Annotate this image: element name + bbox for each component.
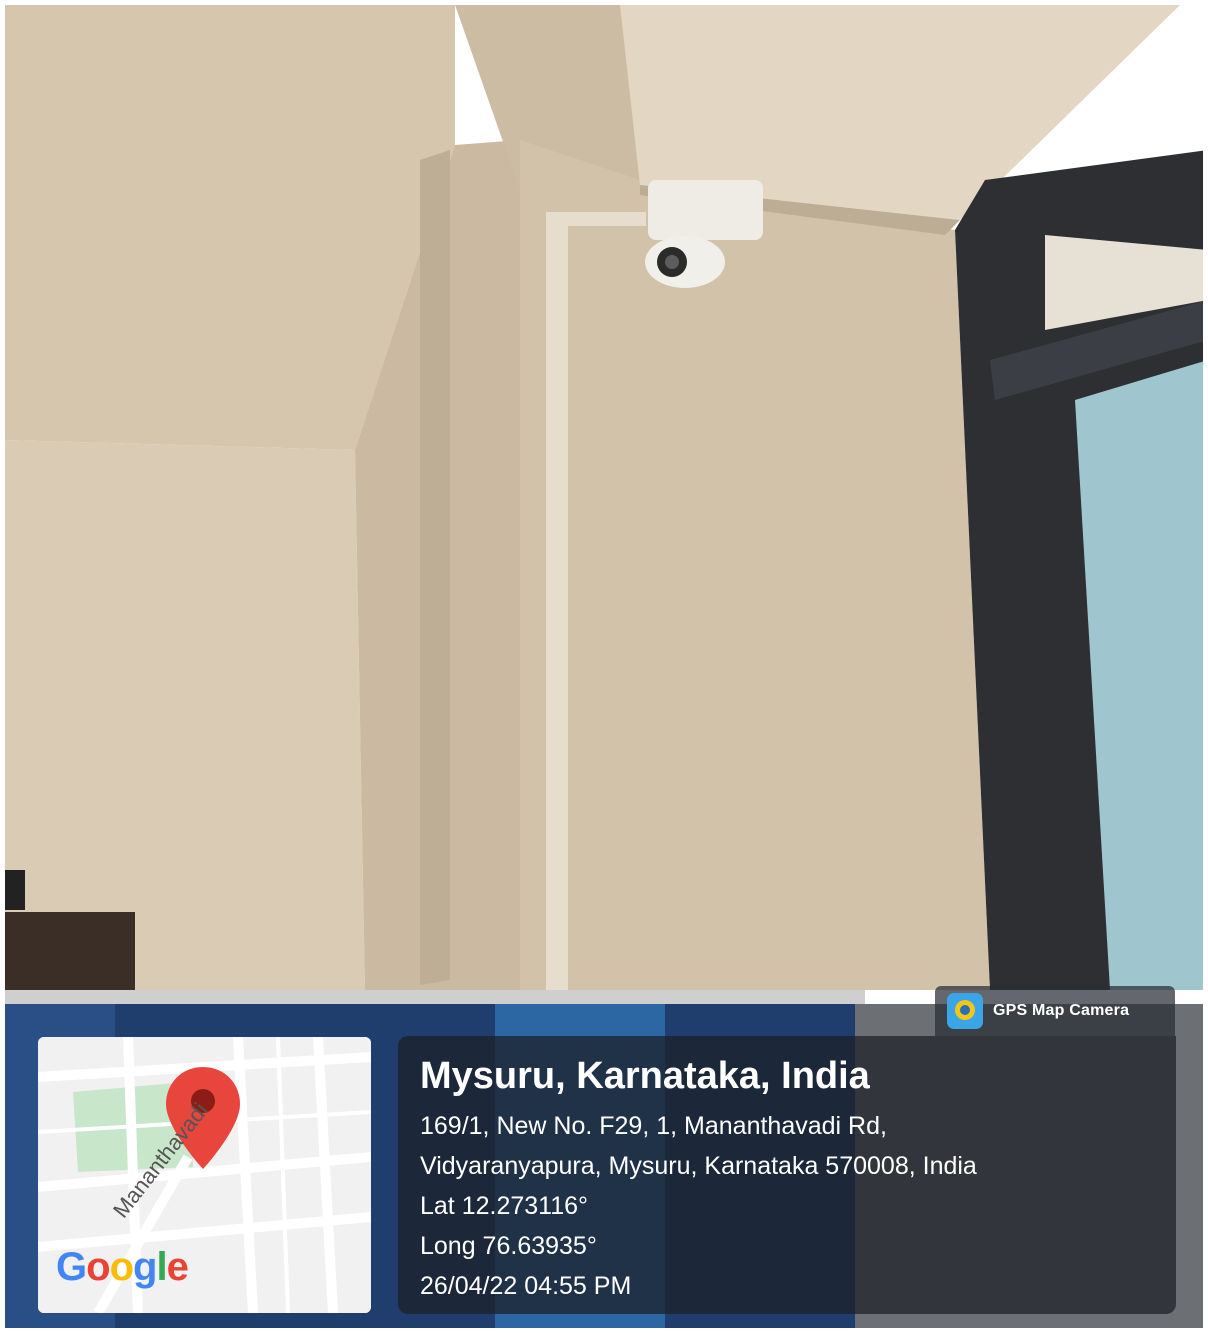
datetime: 26/04/22 04:55 PM (420, 1272, 632, 1300)
address-line-2: Vidyaranyapura, Mysuru, Karnataka 570008… (420, 1152, 977, 1180)
gps-camera-icon (947, 993, 983, 1029)
location-title: Mysuru, Karnataka, India (420, 1055, 870, 1097)
longitude: Long 76.63935° (420, 1232, 597, 1260)
cable-conduit (546, 212, 568, 990)
app-badge-label: GPS Map Camera (993, 1002, 1130, 1019)
wall-main (520, 140, 990, 990)
map-thumbnail[interactable]: Mananthavadi Google (38, 1037, 371, 1313)
pillar-edge (420, 150, 450, 985)
address-line-1: 169/1, New No. F29, 1, Mananthavadi Rd, (420, 1112, 887, 1140)
latitude: Lat 12.273116° (420, 1192, 589, 1220)
gps-app-badge: GPS Map Camera (935, 986, 1175, 1036)
google-logo: Google (56, 1245, 189, 1289)
location-info-panel: Mysuru, Karnataka, India 169/1, New No. … (398, 1036, 1176, 1314)
wall-left (5, 440, 365, 990)
